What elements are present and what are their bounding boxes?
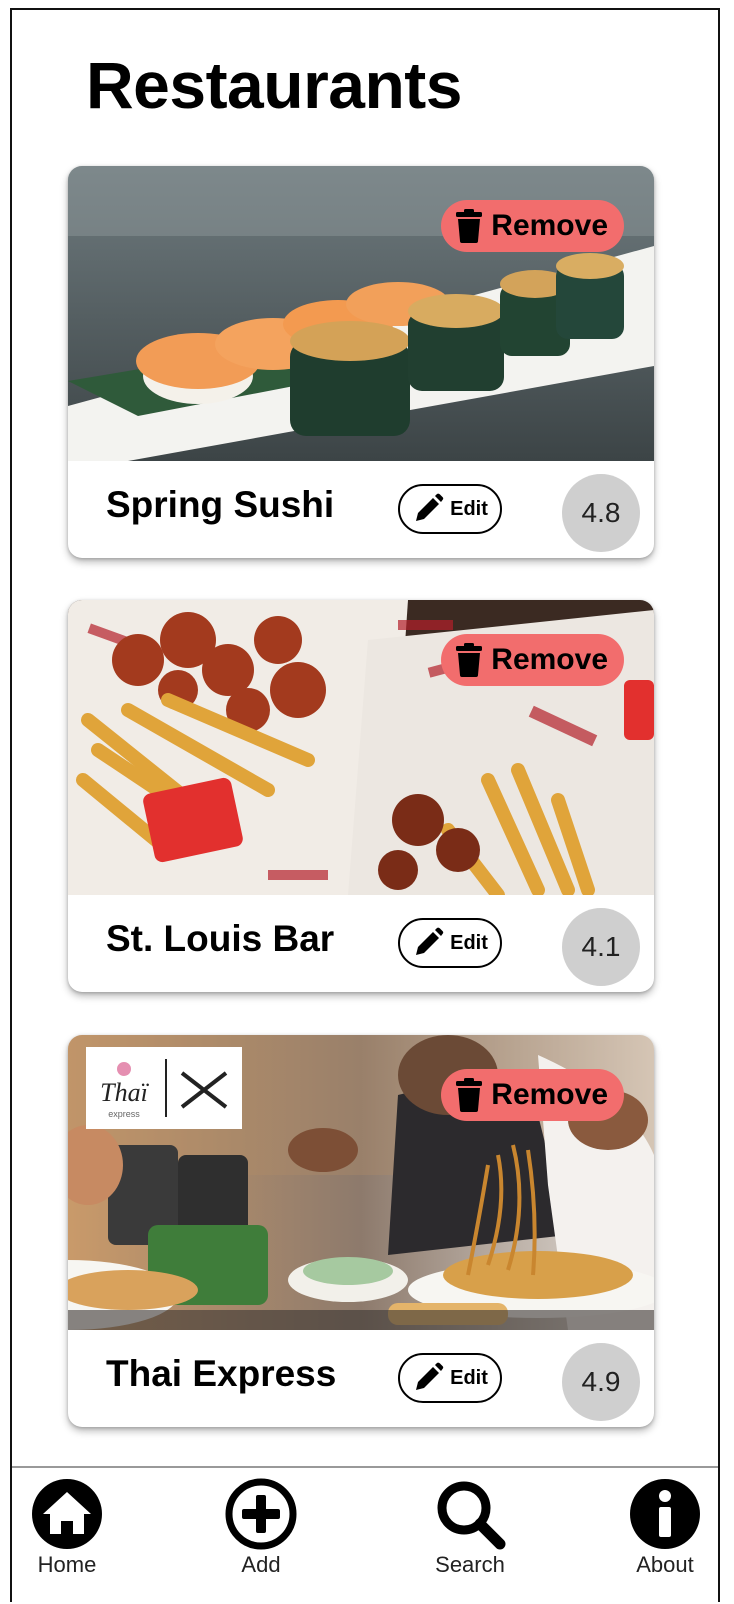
rating-badge: 4.9 (562, 1343, 640, 1421)
remove-label: Remove (491, 643, 608, 676)
home-icon (32, 1479, 102, 1549)
nav-search[interactable]: Search (415, 1478, 525, 1578)
restaurant-name: Spring Sushi (106, 484, 335, 525)
nav-add[interactable]: Add (206, 1478, 316, 1578)
nav-add-label: Add (241, 1552, 281, 1577)
bottom-nav-divider (12, 1466, 718, 1468)
add-icon (225, 1478, 297, 1550)
page-title: Restaurants (86, 48, 462, 122)
nav-about[interactable]: About (610, 1478, 718, 1578)
restaurant-card[interactable]: Remove St. Louis Bar Edit 4.1 (68, 600, 654, 992)
restaurant-card[interactable]: Remove Spring Sushi Edit 4.8 (68, 166, 654, 558)
trash-icon (456, 209, 483, 243)
nav-about-label: About (636, 1552, 694, 1577)
edit-button[interactable]: Edit (398, 1353, 502, 1403)
info-icon (630, 1479, 700, 1549)
nav-home-label: Home (37, 1552, 97, 1577)
remove-button[interactable]: Remove (441, 1069, 624, 1121)
edit-label: Edit (450, 497, 488, 520)
remove-button[interactable]: Remove (441, 634, 624, 686)
trash-icon (456, 643, 483, 677)
app-screen: Restaurants Remove Spring Sushi Edit 4.8… (10, 8, 720, 1602)
nav-home[interactable]: Home (12, 1478, 122, 1578)
edit-label: Edit (450, 1366, 488, 1389)
pencil-icon (416, 927, 444, 955)
restaurant-name: St. Louis Bar (106, 918, 335, 959)
edit-button[interactable]: Edit (398, 484, 502, 534)
edit-button[interactable]: Edit (398, 918, 502, 968)
restaurant-card[interactable]: Thaï express Remove Thai Express Edit 4.… (68, 1035, 654, 1427)
thai-logo-sub: express (108, 1109, 140, 1119)
pencil-icon (416, 1362, 444, 1390)
thai-logo-text: Thaï (100, 1078, 149, 1107)
rating-badge: 4.1 (562, 908, 640, 986)
nav-search-label: Search (435, 1552, 505, 1577)
remove-button[interactable]: Remove (441, 200, 624, 252)
pencil-icon (416, 493, 444, 521)
trash-icon (456, 1078, 483, 1112)
search-icon (437, 1481, 506, 1550)
remove-label: Remove (491, 1078, 608, 1111)
edit-label: Edit (450, 931, 488, 954)
remove-label: Remove (491, 209, 608, 242)
restaurant-name: Thai Express (106, 1353, 337, 1394)
rating-badge: 4.8 (562, 474, 640, 552)
